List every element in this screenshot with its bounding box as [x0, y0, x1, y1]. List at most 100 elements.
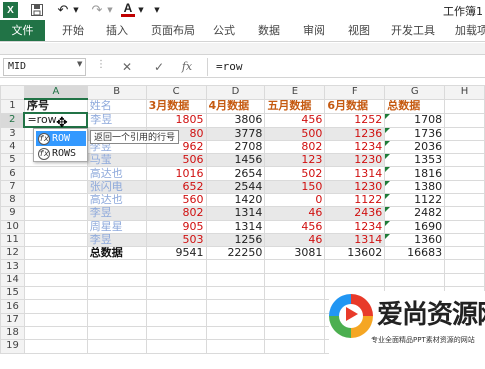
cell-c2[interactable]: 1805: [145, 112, 207, 128]
cell-a12[interactable]: [23, 246, 88, 261]
cell-a1[interactable]: 序号: [23, 98, 88, 114]
cell-e4[interactable]: 802: [264, 139, 326, 155]
tab-developer[interactable]: 开发工具: [391, 20, 435, 41]
cell-g14[interactable]: [384, 272, 446, 288]
cell-f12[interactable]: 13602: [324, 246, 386, 261]
cell-h14[interactable]: [444, 272, 485, 288]
cell-d8[interactable]: 1420: [205, 192, 266, 208]
cell-f14[interactable]: [324, 272, 386, 288]
cell-d16[interactable]: [205, 299, 266, 314]
cell-h9[interactable]: [444, 206, 485, 221]
cell-d11[interactable]: 1256: [205, 232, 266, 248]
cell-e14[interactable]: [264, 272, 326, 288]
redo-icon[interactable]: ↷: [90, 2, 104, 18]
cell-f7[interactable]: 1230: [324, 179, 386, 194]
column-header[interactable]: C: [145, 85, 207, 100]
row-header[interactable]: 10: [0, 219, 25, 234]
cell-e9[interactable]: 46: [264, 206, 326, 221]
cell-d12[interactable]: 22250: [205, 246, 266, 261]
cell-g12[interactable]: 16683: [384, 246, 446, 261]
cell-b5[interactable]: 马莹: [86, 153, 147, 168]
insert-function-button[interactable]: fx: [179, 59, 195, 75]
cell-d19[interactable]: [205, 339, 266, 354]
cell-c5[interactable]: 506: [145, 153, 207, 168]
cell-c17[interactable]: [145, 312, 207, 327]
cell-d14[interactable]: [205, 272, 266, 288]
row-header[interactable]: 8: [0, 192, 25, 208]
cell-g1[interactable]: 总数据: [384, 98, 446, 114]
tab-review[interactable]: 审阅: [303, 20, 325, 41]
splitter-handle-icon[interactable]: ⋮: [96, 59, 106, 70]
row-header[interactable]: 3: [0, 126, 25, 141]
cell-d7[interactable]: 2544: [205, 179, 266, 194]
cell-d15[interactable]: [205, 286, 266, 301]
tab-formulas[interactable]: 公式: [213, 20, 235, 41]
cell-a19[interactable]: [23, 339, 88, 354]
cell-a10[interactable]: [23, 219, 88, 234]
row-header[interactable]: 7: [0, 179, 25, 194]
cell-c12[interactable]: 9541: [145, 246, 207, 261]
cell-a16[interactable]: [23, 299, 88, 314]
cell-c11[interactable]: 503: [145, 232, 207, 248]
cell-f11[interactable]: 1314: [324, 232, 386, 248]
cell-h2[interactable]: [444, 112, 485, 128]
cell-b2[interactable]: 李昱: [86, 112, 147, 128]
cell-e1[interactable]: 五月数据: [264, 98, 326, 114]
cell-g5[interactable]: 1353: [384, 153, 446, 168]
cell-c16[interactable]: [145, 299, 207, 314]
cell-h1[interactable]: [444, 98, 485, 114]
cell-h8[interactable]: [444, 192, 485, 208]
tab-home[interactable]: 开始: [62, 20, 84, 41]
cell-g8[interactable]: 1122: [384, 192, 446, 208]
cell-f8[interactable]: 1122: [324, 192, 386, 208]
cell-f6[interactable]: 1314: [324, 166, 386, 181]
cell-a14[interactable]: [23, 272, 88, 288]
row-header[interactable]: 17: [0, 312, 25, 327]
cell-e19[interactable]: [264, 339, 326, 354]
redo-dropdown-icon[interactable]: ▼: [106, 2, 114, 18]
formula-input[interactable]: =row: [207, 58, 483, 76]
cell-g11[interactable]: 1360: [384, 232, 446, 248]
column-header[interactable]: B: [86, 85, 147, 100]
cell-e11[interactable]: 46: [264, 232, 326, 248]
column-header[interactable]: H: [444, 85, 485, 100]
cell-g4[interactable]: 2036: [384, 139, 446, 155]
cell-c13[interactable]: [145, 259, 207, 274]
cell-h5[interactable]: [444, 153, 485, 168]
cell-d17[interactable]: [205, 312, 266, 327]
cell-d9[interactable]: 1314: [205, 206, 266, 221]
cell-d5[interactable]: 1456: [205, 153, 266, 168]
autocomplete-item[interactable]: fx ROWS: [36, 146, 86, 161]
autocomplete-item[interactable]: fx ROW: [36, 131, 86, 146]
cell-g7[interactable]: 1380: [384, 179, 446, 194]
cell-d4[interactable]: 2708: [205, 139, 266, 155]
cell-e8[interactable]: 0: [264, 192, 326, 208]
cell-b6[interactable]: 高达也: [86, 166, 147, 181]
cell-a15[interactable]: [23, 286, 88, 301]
cell-a9[interactable]: [23, 206, 88, 221]
cell-e12[interactable]: 3081: [264, 246, 326, 261]
cell-a17[interactable]: [23, 312, 88, 327]
row-header[interactable]: 16: [0, 299, 25, 314]
cell-e6[interactable]: 502: [264, 166, 326, 181]
cell-f4[interactable]: 1234: [324, 139, 386, 155]
cell-f9[interactable]: 2436: [324, 206, 386, 221]
cell-f2[interactable]: 1252: [324, 112, 386, 128]
cell-e5[interactable]: 123: [264, 153, 326, 168]
cell-d2[interactable]: 3806: [205, 112, 266, 128]
row-header[interactable]: 6: [0, 166, 25, 181]
cell-c1[interactable]: 3月数据: [145, 98, 207, 114]
cell-b9[interactable]: 李昱: [86, 206, 147, 221]
row-header[interactable]: 15: [0, 286, 25, 301]
cell-h4[interactable]: [444, 139, 485, 155]
column-header[interactable]: G: [384, 85, 446, 100]
cell-a8[interactable]: [23, 192, 88, 208]
cell-c19[interactable]: [145, 339, 207, 354]
cell-f5[interactable]: 1230: [324, 153, 386, 168]
cell-f3[interactable]: 1236: [324, 126, 386, 141]
cell-d1[interactable]: 4月数据: [205, 98, 266, 114]
undo-dropdown-icon[interactable]: ▼: [72, 2, 80, 18]
undo-icon[interactable]: ↶: [56, 2, 70, 18]
font-color-dropdown-icon[interactable]: ▼: [137, 2, 145, 18]
cell-c9[interactable]: 802: [145, 206, 207, 221]
